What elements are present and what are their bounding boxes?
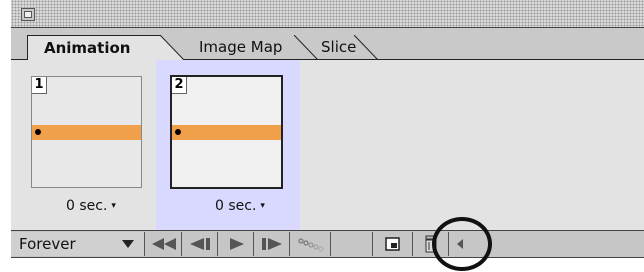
animation-toolbar: Forever	[11, 230, 644, 258]
page-background	[0, 258, 644, 272]
next-frame-button[interactable]	[254, 232, 290, 256]
next-frame-icon	[261, 238, 282, 250]
dot-icon	[35, 129, 41, 135]
loop-select[interactable]: Forever	[11, 232, 145, 256]
toolbar-spacer	[341, 232, 373, 256]
collapse-palette-icon[interactable]	[21, 8, 35, 21]
highlight-circle	[432, 217, 492, 271]
frame-number: 1	[32, 77, 47, 94]
chevron-down-icon	[122, 240, 134, 248]
frames-area: 1 0 sec. ▾ 2 0 sec. ▾	[11, 60, 644, 230]
tab-divider	[354, 35, 378, 60]
first-frame-button[interactable]	[146, 232, 182, 256]
tab-image-map-label: Image Map	[199, 38, 283, 56]
previous-frame-icon	[189, 238, 210, 250]
frame-delay-label: 0 sec.	[215, 198, 257, 214]
play-icon	[229, 238, 244, 250]
dot-icon	[175, 129, 181, 135]
palette-title-bar[interactable]	[11, 0, 644, 28]
tween-button[interactable]	[291, 232, 331, 256]
loop-select-value: Forever	[19, 235, 76, 253]
chevron-down-icon: ▾	[111, 201, 116, 211]
tab-divider	[160, 35, 184, 60]
animation-palette: Animation Image Map Slice 1 0 sec. ▾ 2 0…	[11, 0, 644, 272]
frame-delay-label: 0 sec.	[66, 198, 108, 214]
play-button[interactable]	[218, 232, 254, 256]
orange-stripe	[172, 125, 281, 140]
tab-slice-label: Slice	[321, 38, 357, 56]
frame-delay[interactable]: 0 sec. ▾	[66, 198, 116, 214]
tab-bar: Animation Image Map Slice	[11, 28, 644, 60]
frame-2[interactable]: 2 0 sec. ▾	[156, 60, 300, 230]
tween-icon	[298, 238, 323, 252]
tab-animation-label: Animation	[44, 39, 131, 57]
previous-frame-button[interactable]	[182, 232, 218, 256]
frame-thumbnail[interactable]: 2	[170, 75, 283, 189]
frame-delay[interactable]: 0 sec. ▾	[215, 198, 265, 214]
orange-stripe	[32, 125, 141, 140]
duplicate-frame-button[interactable]	[373, 232, 413, 256]
frame-thumbnail[interactable]: 1	[31, 76, 142, 188]
tab-image-map[interactable]: Image Map	[181, 35, 309, 59]
frame-1[interactable]: 1 0 sec. ▾	[11, 60, 156, 230]
duplicate-frame-icon	[384, 237, 400, 251]
chevron-down-icon: ▾	[260, 201, 265, 211]
tab-animation[interactable]: Animation	[27, 35, 161, 60]
first-frame-icon	[151, 238, 176, 250]
tab-divider	[294, 35, 318, 60]
frame-number: 2	[172, 77, 187, 94]
